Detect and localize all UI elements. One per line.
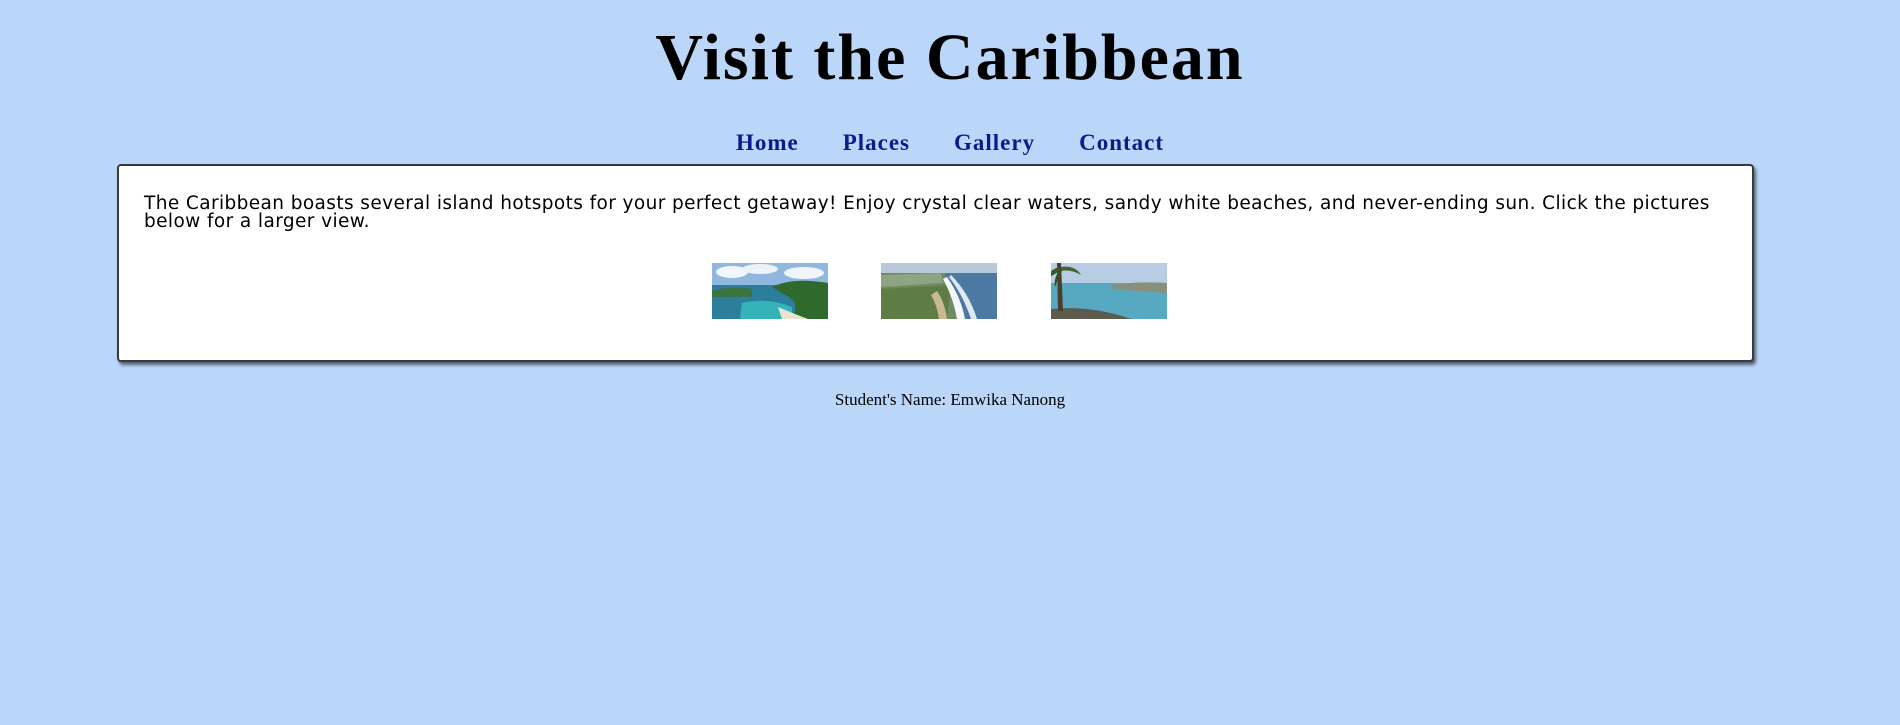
thumbnail-palm-beach[interactable] bbox=[1051, 263, 1167, 319]
nav-link-contact[interactable]: Contact bbox=[1079, 128, 1164, 158]
bay-photo bbox=[712, 263, 828, 319]
page-title: Visit the Caribbean bbox=[655, 21, 1245, 94]
nav-link-places[interactable]: Places bbox=[843, 128, 910, 158]
content-panel: The Caribbean boasts several island hots… bbox=[117, 164, 1754, 362]
palm-beach-photo bbox=[1051, 263, 1167, 319]
nav-link-home[interactable]: Home bbox=[736, 128, 799, 158]
thumbnail-bay[interactable] bbox=[712, 263, 828, 319]
thumbnail-coast[interactable] bbox=[881, 263, 997, 319]
student-name-footer: Student's Name: Emwika Nanong bbox=[834, 390, 1066, 409]
main-nav: Home Places Gallery Contact bbox=[0, 128, 1900, 158]
nav-link-gallery[interactable]: Gallery bbox=[954, 128, 1035, 158]
coast-photo bbox=[881, 263, 997, 319]
intro-paragraph: The Caribbean boasts several island hots… bbox=[144, 193, 1710, 232]
